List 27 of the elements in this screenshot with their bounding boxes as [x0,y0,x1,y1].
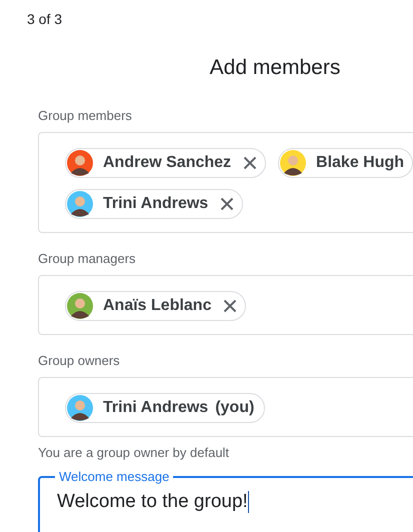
person-chip[interactable]: Andrew Sanchez [65,148,266,178]
step-counter: 3 of 3 [27,10,62,28]
person-name: Trini Andrews [103,399,208,417]
field-value: Welcome to the group! [57,490,248,514]
field-label: Group owners [38,353,120,369]
chip-field[interactable]: Trini Andrews (you) [38,377,413,437]
person-name: Blake Hugh [316,154,404,172]
person-name: Andrew Sanchez [103,154,232,172]
remove-icon[interactable] [220,197,234,211]
field-label: Group managers [38,251,136,267]
field-label: Welcome message [58,470,170,484]
chip-field[interactable]: Andrew Sanchez Blake Hugh Trini Andrews [38,132,413,233]
person-chip[interactable]: Anaïs Leblanc [65,291,246,321]
person-name: Trini Andrews [103,195,208,213]
message-field[interactable]: Welcome message Welcome to the group! [38,470,413,532]
field-label: Group members [38,108,132,124]
you-label: (you) [215,399,254,417]
chip-field[interactable]: Anaïs Leblanc [38,275,413,335]
person-chip[interactable]: Blake Hugh [278,148,413,178]
helper-text: You are a group owner by default [38,445,230,461]
dialog-title: Add members [210,56,340,79]
person-chip[interactable]: Trini Andrews [65,189,244,219]
person-chip[interactable]: Trini Andrews (you) [65,393,266,423]
remove-icon[interactable] [223,299,238,313]
person-name: Anaïs Leblanc [103,297,212,315]
remove-icon[interactable] [243,156,258,170]
text-cursor [248,491,250,513]
